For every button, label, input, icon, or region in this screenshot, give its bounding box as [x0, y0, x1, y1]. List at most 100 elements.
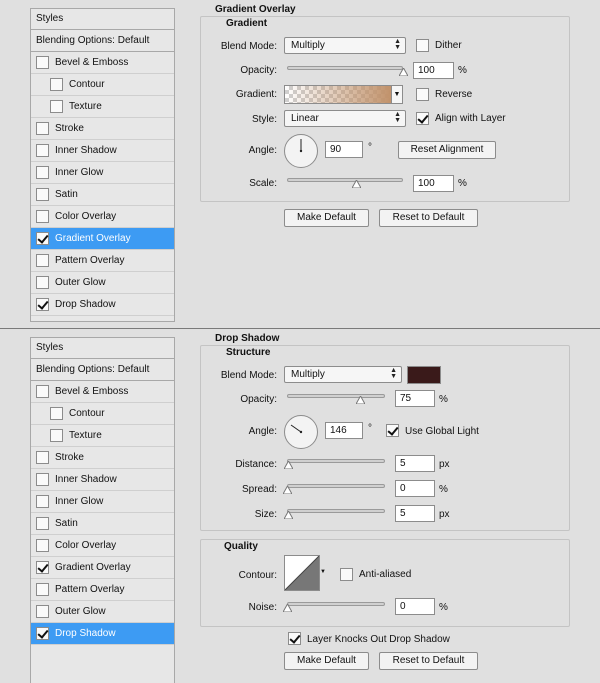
- style-item-color-overlay[interactable]: Color Overlay: [31, 535, 174, 557]
- dither-checkbox[interactable]: [416, 39, 429, 52]
- distance-slider-thumb[interactable]: [284, 461, 294, 469]
- style-item-checkbox[interactable]: [36, 495, 49, 508]
- style-item-inner-glow[interactable]: Inner Glow: [31, 491, 174, 513]
- anti-aliased-checkbox[interactable]: [340, 568, 353, 581]
- style-item-checkbox[interactable]: [36, 254, 49, 267]
- style-item-bevel-emboss[interactable]: Bevel & Emboss: [31, 381, 174, 403]
- style-item-checkbox[interactable]: [36, 144, 49, 157]
- style-item-checkbox[interactable]: [36, 122, 49, 135]
- style-item-satin[interactable]: Satin: [31, 184, 174, 206]
- style-item-satin[interactable]: Satin: [31, 513, 174, 535]
- style-item-checkbox[interactable]: [36, 473, 49, 486]
- gradient-dropdown-icon[interactable]: ▼: [391, 85, 403, 104]
- style-item-pattern-overlay[interactable]: Pattern Overlay: [31, 579, 174, 601]
- style-item-inner-shadow[interactable]: Inner Shadow: [31, 140, 174, 162]
- style-item-stroke[interactable]: Stroke: [31, 447, 174, 469]
- opacity-slider-thumb[interactable]: [398, 68, 408, 76]
- style-items: Bevel & Emboss Contour Texture Stroke Inner …: [31, 52, 174, 316]
- style-item-color-overlay[interactable]: Color Overlay: [31, 206, 174, 228]
- styles-header[interactable]: Styles: [31, 338, 174, 359]
- style-item-drop-shadow[interactable]: Drop Shadow: [31, 294, 174, 316]
- style-item-checkbox[interactable]: [36, 232, 49, 245]
- gradient-swatch[interactable]: [284, 85, 392, 104]
- style-item-checkbox[interactable]: [36, 539, 49, 552]
- align-with-layer-checkbox[interactable]: [416, 112, 429, 125]
- angle-dial[interactable]: [284, 134, 318, 168]
- opacity-slider-thumb[interactable]: [356, 396, 365, 404]
- style-item-checkbox[interactable]: [36, 56, 49, 69]
- spread-slider[interactable]: [287, 484, 385, 488]
- angle-dial[interactable]: [284, 415, 318, 449]
- blending-options[interactable]: Blending Options: Default: [31, 359, 174, 381]
- scale-input[interactable]: 100: [413, 175, 454, 192]
- style-item-gradient-overlay[interactable]: Gradient Overlay: [31, 228, 174, 250]
- style-item-drop-shadow[interactable]: Drop Shadow: [31, 623, 174, 645]
- style-item-checkbox[interactable]: [50, 100, 63, 113]
- quality-group-title: Quality: [224, 541, 258, 552]
- opacity-slider[interactable]: [287, 394, 385, 398]
- style-item-bevel-emboss[interactable]: Bevel & Emboss: [31, 52, 174, 74]
- style-item-contour[interactable]: Contour: [31, 403, 174, 425]
- style-item-outer-glow[interactable]: Outer Glow: [31, 601, 174, 623]
- spread-slider-thumb[interactable]: [282, 486, 292, 494]
- distance-input[interactable]: 5: [395, 455, 435, 472]
- make-default-button[interactable]: Make Default: [284, 652, 369, 670]
- style-item-checkbox[interactable]: [50, 429, 63, 442]
- styles-header[interactable]: Styles: [31, 9, 174, 30]
- blend-mode-dropdown[interactable]: Multiply ▲ ▼: [284, 366, 402, 383]
- style-item-checkbox[interactable]: [36, 166, 49, 179]
- style-item-checkbox[interactable]: [50, 78, 63, 91]
- spread-input[interactable]: 0: [395, 480, 435, 497]
- style-item-pattern-overlay[interactable]: Pattern Overlay: [31, 250, 174, 272]
- contour-preview[interactable]: [284, 555, 320, 591]
- reset-to-default-button[interactable]: Reset to Default: [379, 652, 478, 670]
- style-item-checkbox[interactable]: [36, 276, 49, 289]
- scale-slider[interactable]: [287, 178, 403, 182]
- noise-input[interactable]: 0: [395, 598, 435, 615]
- blend-mode-label: Blend Mode:: [220, 41, 277, 52]
- noise-slider[interactable]: [287, 602, 385, 606]
- style-dropdown[interactable]: Linear ▲ ▼: [284, 110, 406, 127]
- opacity-slider[interactable]: [287, 66, 403, 70]
- style-item-checkbox[interactable]: [36, 188, 49, 201]
- style-item-outer-glow[interactable]: Outer Glow: [31, 272, 174, 294]
- style-item-checkbox[interactable]: [36, 517, 49, 530]
- style-item-checkbox[interactable]: [36, 627, 49, 640]
- size-slider-thumb[interactable]: [284, 511, 294, 519]
- opacity-input[interactable]: 100: [413, 62, 454, 79]
- noise-slider-thumb[interactable]: [282, 604, 292, 612]
- style-item-stroke[interactable]: Stroke: [31, 118, 174, 140]
- scale-slider-thumb[interactable]: [352, 180, 362, 188]
- style-item-contour[interactable]: Contour: [31, 74, 174, 96]
- size-input[interactable]: 5: [395, 505, 435, 522]
- reset-to-default-button[interactable]: Reset to Default: [379, 209, 478, 227]
- style-item-checkbox[interactable]: [36, 451, 49, 464]
- use-global-light-checkbox[interactable]: [386, 424, 399, 437]
- style-item-gradient-overlay[interactable]: Gradient Overlay: [31, 557, 174, 579]
- style-item-texture[interactable]: Texture: [31, 96, 174, 118]
- size-slider[interactable]: [287, 509, 385, 513]
- style-item-checkbox[interactable]: [36, 210, 49, 223]
- style-item-checkbox[interactable]: [36, 583, 49, 596]
- blend-mode-dropdown[interactable]: Multiply ▲ ▼: [284, 37, 406, 54]
- reverse-checkbox[interactable]: [416, 88, 429, 101]
- style-item-checkbox[interactable]: [50, 407, 63, 420]
- distance-slider[interactable]: [287, 459, 385, 463]
- make-default-button[interactable]: Make Default: [284, 209, 369, 227]
- style-item-inner-glow[interactable]: Inner Glow: [31, 162, 174, 184]
- layer-knocks-out-checkbox[interactable]: [288, 632, 301, 645]
- style-item-inner-shadow[interactable]: Inner Shadow: [31, 469, 174, 491]
- style-item-checkbox[interactable]: [36, 605, 49, 618]
- styles-list: Styles Blending Options: Default Bevel &…: [30, 8, 175, 322]
- angle-input[interactable]: 90: [325, 141, 363, 158]
- angle-input[interactable]: 146: [325, 422, 363, 439]
- style-item-checkbox[interactable]: [36, 385, 49, 398]
- reset-alignment-button[interactable]: Reset Alignment: [398, 141, 496, 159]
- blending-options[interactable]: Blending Options: Default: [31, 30, 174, 52]
- style-item-checkbox[interactable]: [36, 561, 49, 574]
- shadow-color-swatch[interactable]: [407, 366, 441, 384]
- contour-dropdown-icon[interactable]: ▼: [319, 555, 327, 591]
- style-item-checkbox[interactable]: [36, 298, 49, 311]
- opacity-input[interactable]: 75: [395, 390, 435, 407]
- style-item-texture[interactable]: Texture: [31, 425, 174, 447]
